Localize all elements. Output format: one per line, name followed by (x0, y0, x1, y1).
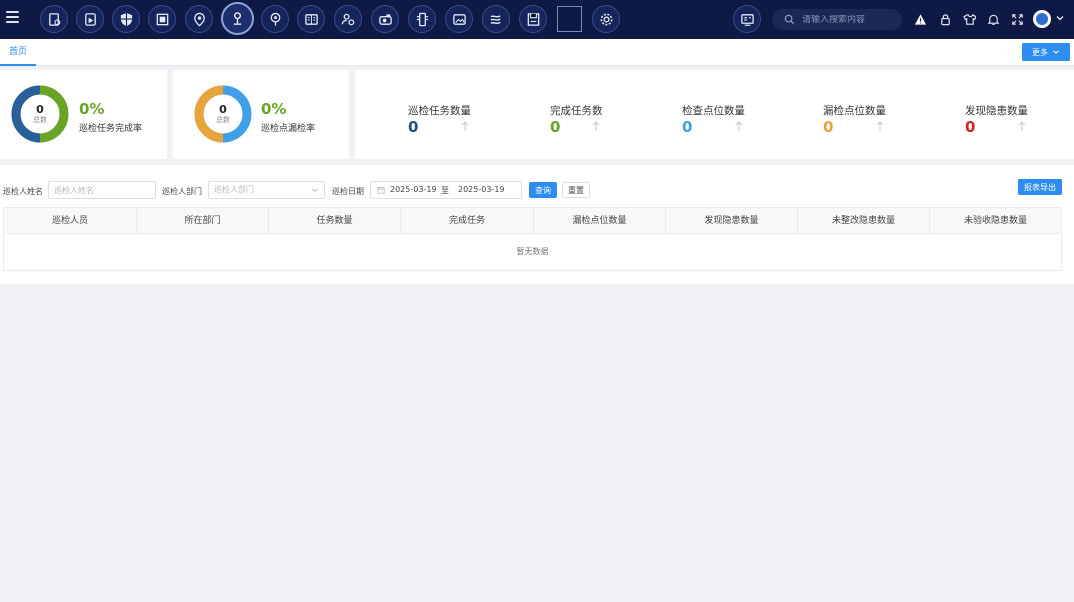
table-header: 巡检人员 所在部门 任务数量 完成任务 漏检点位数量 发现隐患数量 未整改隐患数… (4, 208, 1061, 234)
column-header[interactable]: 漏检点位数量 (534, 208, 666, 234)
column-header[interactable]: 巡检人员 (4, 208, 137, 234)
inspector-dept-label: 巡检人部门 (162, 187, 202, 196)
document-play-icon[interactable] (76, 5, 104, 33)
inspection-date-label: 巡检日期 (332, 187, 364, 196)
date-range-picker[interactable]: 2025-03-19 至 2025-03-19 (370, 181, 522, 199)
chevron-down-icon (312, 188, 318, 192)
date-start: 2025-03-19 (390, 185, 437, 194)
column-header[interactable]: 未验收隐患数量 (930, 208, 1061, 234)
date-separator: 至 (441, 186, 449, 195)
screen-monitor-icon[interactable] (733, 5, 761, 33)
metric-value: 0 (823, 118, 834, 136)
column-header[interactable]: 所在部门 (137, 208, 269, 234)
metric-label: 完成任务数 (550, 105, 603, 117)
more-button[interactable]: 更多 (1022, 43, 1070, 61)
column-header[interactable]: 发现隐患数量 (666, 208, 798, 234)
metric-label: 漏检点位数量 (823, 105, 886, 117)
inspection-table: 巡检人员 所在部门 任务数量 完成任务 漏检点位数量 发现隐患数量 未整改隐患数… (3, 207, 1062, 271)
search-icon (784, 14, 795, 25)
people-gear-icon[interactable] (334, 5, 362, 33)
metric-value: 0 (965, 118, 976, 136)
donut-total-label: 总数 (216, 116, 230, 124)
reset-button[interactable]: 重置 (562, 182, 590, 198)
user-avatar[interactable] (1033, 10, 1051, 28)
donut-total-label: 总数 (33, 116, 47, 124)
arrow-up-icon (735, 121, 743, 131)
metric-completed-count: 完成任务数 0 (550, 103, 603, 136)
book-icon[interactable] (297, 5, 325, 33)
dept-select-placeholder: 巡检人部门 (214, 185, 254, 194)
completion-percent: 0% (79, 100, 105, 118)
shirt-icon[interactable] (962, 12, 976, 26)
top-navigation-bar (0, 0, 1074, 39)
chevron-down-icon (1053, 50, 1059, 54)
wind-icon[interactable] (482, 5, 510, 33)
metric-label: 巡检任务数量 (408, 105, 471, 117)
date-end: 2025-03-19 (458, 185, 505, 194)
metric-missed-point-count: 漏检点位数量 0 (823, 103, 886, 136)
arrow-up-icon (876, 121, 884, 131)
fullscreen-icon[interactable] (1010, 12, 1024, 26)
metric-hazard-count: 发现隐患数量 0 (965, 103, 1028, 136)
settings-gear-icon[interactable] (592, 5, 620, 33)
miss-rate-percent: 0% (261, 100, 287, 118)
map-pin-circle-icon[interactable] (261, 5, 289, 33)
metric-value: 0 (550, 118, 561, 136)
blank-square-icon[interactable] (557, 6, 582, 32)
hamburger-menu-icon[interactable] (6, 11, 19, 27)
miss-rate-label: 巡检点漏检率 (261, 124, 316, 134)
warning-icon[interactable] (913, 12, 927, 26)
column-header[interactable]: 任务数量 (269, 208, 401, 234)
export-report-button[interactable]: 报表导出 (1018, 179, 1062, 195)
shield-grid-icon[interactable] (112, 5, 140, 33)
metric-label: 检查点位数量 (682, 105, 745, 117)
metric-task-count: 巡检任务数量 0 (408, 103, 471, 136)
metric-label: 发现隐患数量 (965, 105, 1028, 117)
inspector-name-label: 巡检人姓名 (3, 187, 43, 196)
arrow-up-icon (461, 121, 469, 131)
tab-bar: 首页 更多 (0, 39, 1074, 66)
bell-icon[interactable] (986, 12, 1000, 26)
completion-rate-label: 巡检任务完成率 (79, 124, 143, 134)
scanner-icon[interactable] (408, 5, 436, 33)
search-box[interactable] (772, 9, 902, 30)
column-header[interactable]: 完成任务 (401, 208, 534, 234)
metric-value: 0 (682, 118, 693, 136)
report-check-icon[interactable] (40, 5, 68, 33)
inspector-dept-select[interactable]: 巡检人部门 (208, 181, 325, 199)
camera-data-icon[interactable] (371, 5, 399, 33)
arrow-up-icon (1018, 121, 1026, 131)
donut-total-value: 0 (219, 103, 227, 116)
miss-rate-donut-chart: 0 总数 (194, 85, 252, 143)
more-button-label: 更多 (1032, 47, 1048, 57)
search-input[interactable] (802, 14, 892, 25)
query-button[interactable]: 查询 (529, 182, 557, 198)
metric-value: 0 (408, 118, 419, 136)
dashboard-box-icon[interactable] (148, 5, 176, 33)
lock-icon[interactable] (938, 12, 952, 26)
inspection-person-icon[interactable] (221, 2, 254, 35)
tab-home[interactable]: 首页 (0, 39, 37, 66)
empty-state-text: 暂无数据 (516, 247, 549, 256)
metric-checkpoint-count: 检查点位数量 0 (682, 103, 745, 136)
calendar-image-icon[interactable] (445, 5, 473, 33)
column-header[interactable]: 未整改隐患数量 (798, 208, 930, 234)
save-disk-icon[interactable] (519, 5, 547, 33)
completion-donut-chart: 0 总数 (11, 85, 69, 143)
inspector-name-input[interactable] (48, 181, 156, 199)
arrow-up-icon (592, 121, 600, 131)
donut-total-value: 0 (36, 103, 44, 116)
calendar-icon (377, 186, 385, 194)
location-pin-icon[interactable] (185, 5, 213, 33)
chevron-down-icon[interactable] (1055, 13, 1065, 23)
